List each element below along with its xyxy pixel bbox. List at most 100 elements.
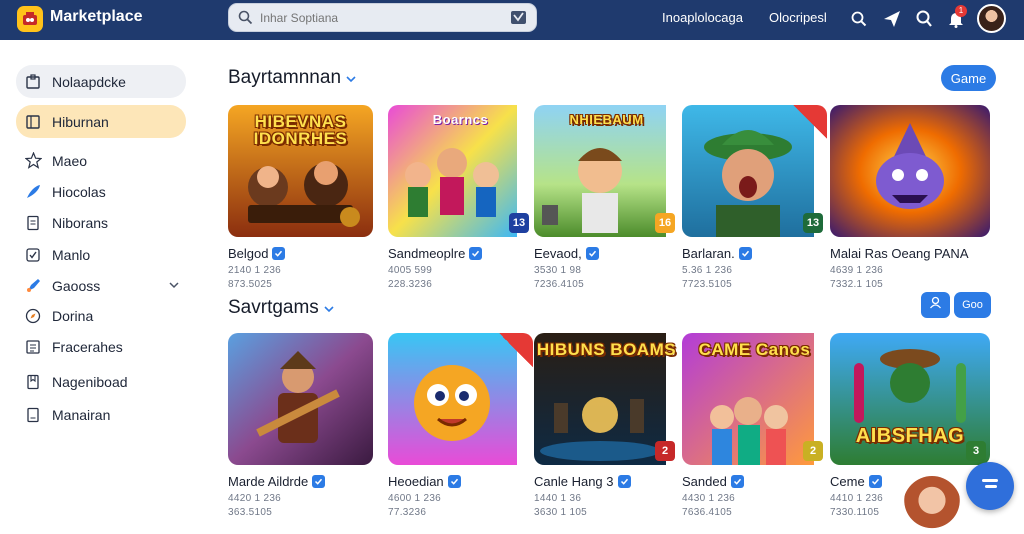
list-icon <box>23 337 43 357</box>
star-icon <box>23 151 43 171</box>
sidebar-item-label: Nolaapdcke <box>52 73 126 90</box>
game-thumbnail: HIBUNS BOAMS 2 <box>534 333 679 465</box>
thumbnail-caption: NHIEBAUM <box>569 112 644 127</box>
card-title: Sandmeoplre <box>388 246 466 261</box>
game-card[interactable]: Malai Ras Oeang PANA 4639 1 236 7332.1 1… <box>830 105 990 292</box>
card-title: Eevaod, <box>534 246 582 261</box>
card-meta-1: 2140 1 236 <box>228 265 282 276</box>
game-thumbnail: CAME Canos 2 <box>682 333 827 465</box>
search-bar[interactable] <box>228 3 537 32</box>
game-button[interactable]: Game <box>941 65 996 91</box>
verified-icon <box>617 475 631 488</box>
card-meta-1: 4600 1 236 <box>388 493 442 504</box>
sidebar-item-active[interactable]: Hiburnan <box>16 105 186 138</box>
corner-ribbon <box>793 105 827 139</box>
thumbnail-badge: 3 <box>966 441 986 461</box>
section-title-text: Bayrtamnnan <box>228 67 342 89</box>
card-meta-1: 4005 599 <box>388 265 433 276</box>
rocket-icon <box>23 276 43 296</box>
game-card[interactable]: HIBEVNAS IDONRHES Belgod 2140 1 236 873.… <box>228 105 373 292</box>
sidebar-item-compass[interactable]: Dorina <box>16 299 186 332</box>
verified-icon <box>469 247 483 260</box>
game-card[interactable]: NHIEBAUM 16 Eevaod, 3530 1 98 7236.4105 <box>534 105 679 292</box>
search-input[interactable] <box>260 7 510 29</box>
thumbnail-caption: HIBUNS BOAMS <box>536 340 677 359</box>
nav-link-2[interactable]: Olocripesl <box>769 10 827 25</box>
card-meta-2: 7236.4105 <box>534 279 584 290</box>
search-icon <box>238 10 253 30</box>
verified-icon <box>272 247 286 260</box>
feather-icon <box>23 182 43 202</box>
section-title[interactable]: Savrtgams <box>228 297 334 319</box>
card-title: Heoedian <box>388 474 444 489</box>
assistant-avatar[interactable] <box>903 476 961 534</box>
sidebar-item-label: Hiocolas <box>52 183 106 200</box>
image-search-icon[interactable] <box>510 10 527 30</box>
sidebar-item-label: Fracerahes <box>52 338 123 355</box>
section-title[interactable]: Bayrtamnnan <box>228 67 356 89</box>
notification-badge: 1 <box>955 5 967 17</box>
floating-action-button[interactable] <box>966 462 1014 510</box>
sidebar-item-label: Hiburnan <box>52 113 109 130</box>
card-meta-2: 228.3236 <box>388 279 433 290</box>
sidebar-item-check[interactable]: Manlo <box>16 238 186 271</box>
thumbnail-badge: 13 <box>509 213 529 233</box>
sidebar-item-document[interactable]: Niborans <box>16 206 186 239</box>
card-title: Barlaran. <box>682 246 735 261</box>
thumbnail-badge: 16 <box>655 213 675 233</box>
game-thumbnail: 13 <box>682 105 827 237</box>
card-meta-1: 3530 1 98 <box>534 265 582 276</box>
card-meta-1: 1440 1 36 <box>534 493 582 504</box>
game-card[interactable]: Boarncs 13 Sandmeoplre 4005 599 228.3236 <box>388 105 533 292</box>
game-card[interactable]: Marde Aildrde 4420 1 236 363.5105 <box>228 333 373 520</box>
game-thumbnail: HIBEVNAS IDONRHES <box>228 105 373 237</box>
bell-icon[interactable]: 1 <box>945 5 967 30</box>
document-icon <box>23 213 43 233</box>
chevron-down-icon[interactable] <box>168 278 180 294</box>
people-icon[interactable] <box>913 8 935 30</box>
sidebar-item-label: Maeo <box>52 152 88 169</box>
sidebar-item-label: Manairan <box>52 406 111 423</box>
corner-ribbon <box>499 333 533 367</box>
card-title: Ceme <box>830 474 865 489</box>
game-card[interactable]: 13 Barlaran. 5.36 1 236 7723.5105 <box>682 105 827 292</box>
section-title-text: Savrtgams <box>228 297 319 319</box>
check-square-icon <box>23 245 43 265</box>
goo-button[interactable]: Goo <box>954 292 991 318</box>
marketplace-logo-icon[interactable] <box>17 6 43 32</box>
user-filter-button[interactable] <box>921 292 950 318</box>
card-meta-1: 4639 1 236 <box>830 265 884 276</box>
sidebar-item-label: Gaooss <box>52 277 101 294</box>
sidebar-item-label: Manlo <box>52 246 91 263</box>
thumbnail-caption: HIBEVNAS IDONRHES <box>253 112 348 148</box>
card-meta-2: 77.3236 <box>388 507 427 518</box>
card-title: Sanded <box>682 474 727 489</box>
thumbnail-caption: Boarncs <box>432 112 489 127</box>
nav-link-1[interactable]: Inoaplolocaga <box>662 10 743 25</box>
sidebar-item-bookmark[interactable]: Nageniboad <box>16 365 186 398</box>
sidebar-item-label: Dorina <box>52 307 94 324</box>
game-card[interactable]: CAME Canos 2 Sanded 4430 1 236 7636.4105 <box>682 333 827 520</box>
verified-icon <box>730 475 744 488</box>
game-card[interactable]: HIBUNS BOAMS 2 Canle Hang 3 1440 1 36 36… <box>534 333 679 520</box>
game-card[interactable]: Heoedian 4600 1 236 77.3236 <box>388 333 533 520</box>
sidebar-item-file[interactable]: Manairan <box>16 398 186 431</box>
send-icon[interactable] <box>881 8 903 30</box>
card-meta-2: 7636.4105 <box>682 507 732 518</box>
user-avatar[interactable] <box>977 4 1006 33</box>
sidebar-item-feather[interactable]: Hiocolas <box>16 175 186 208</box>
verified-icon <box>585 247 599 260</box>
sidebar-item-store[interactable]: Nolaapdcke <box>16 65 186 98</box>
sidebar-item-rocket[interactable]: Gaooss <box>16 269 186 302</box>
game-thumbnail <box>388 333 533 465</box>
bookmark-icon <box>23 372 43 392</box>
sidebar-item-list[interactable]: Fracerahes <box>16 330 186 363</box>
sidebar-item-label: Niborans <box>52 214 109 231</box>
thumbnail-caption: CAME Canos <box>698 340 811 359</box>
search-icon[interactable] <box>848 8 870 30</box>
sidebar-item-star[interactable]: Maeo <box>16 144 186 177</box>
user-icon <box>929 296 942 314</box>
card-title: Canle Hang 3 <box>534 474 614 489</box>
game-thumbnail <box>228 333 373 465</box>
card-meta-2: 7723.5105 <box>682 279 732 290</box>
